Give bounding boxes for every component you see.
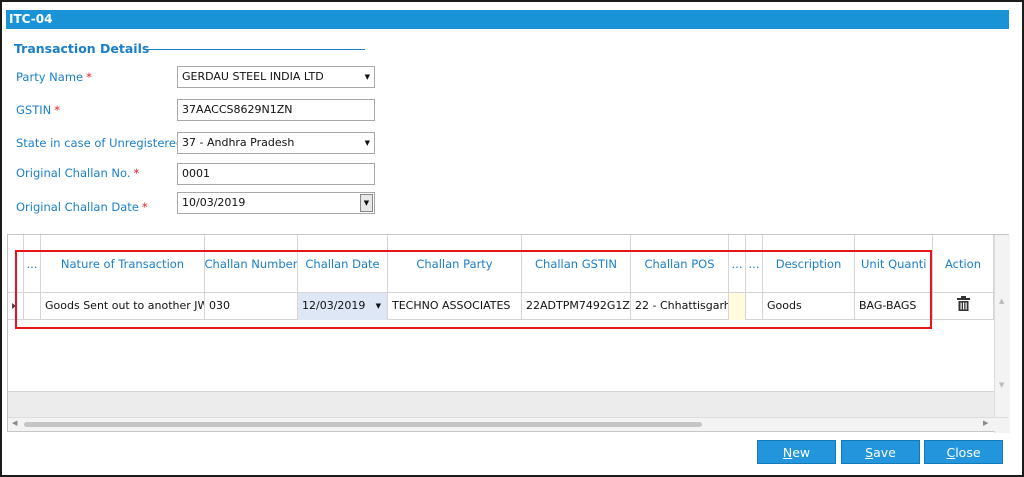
cell-challan-number[interactable]: 030 xyxy=(205,293,298,320)
cell-challan-pos[interactable]: 22 - Chhattisgarh xyxy=(631,293,729,320)
column-header-challan-date[interactable]: Challan Date xyxy=(298,235,388,293)
column-header-challan-party[interactable]: Challan Party xyxy=(388,235,522,293)
new-button-accesskey: N xyxy=(782,445,793,460)
state-value: 37 - Andhra Pradesh xyxy=(182,136,295,149)
section-title: Transaction Details xyxy=(14,41,150,56)
scroll-left-icon[interactable]: ◀ xyxy=(12,419,17,427)
column-header-unit-quantity[interactable]: Unit Quanti xyxy=(855,235,933,293)
horizontal-scroll-thumb[interactable] xyxy=(24,422,702,427)
table-row[interactable]: Goods Sent out to another JW 030 12/03/2… xyxy=(8,293,994,320)
new-button[interactable]: New xyxy=(757,440,836,464)
scroll-up-icon[interactable]: ▲ xyxy=(999,297,1004,305)
cell-description[interactable]: Goods xyxy=(763,293,855,320)
cell-challan-date-value: 12/03/2019 xyxy=(302,299,366,312)
chevron-down-icon[interactable]: ▼ xyxy=(376,293,381,319)
scroll-right-icon[interactable]: ▶ xyxy=(983,419,988,427)
party-name-label: Party Name * xyxy=(16,70,92,84)
required-mark: * xyxy=(54,103,60,117)
close-button-label: lose xyxy=(955,445,981,460)
challan-date-picker[interactable]: 10/03/2019 ▼ xyxy=(177,192,375,214)
party-name-label-text: Party Name xyxy=(16,70,84,84)
gstin-label-text: GSTIN xyxy=(16,103,52,117)
column-header-nature[interactable]: Nature of Transaction xyxy=(41,235,205,293)
save-button-accesskey: S xyxy=(865,445,874,460)
required-mark: * xyxy=(133,166,140,180)
challan-date-label: Original Challan Date * xyxy=(16,200,148,214)
itc04-window: ITC-04 Transaction Details Party Name * G… xyxy=(0,0,1024,477)
cell-challan-date[interactable]: 12/03/2019 ▼ xyxy=(298,293,388,320)
horizontal-scrollbar[interactable]: ◀ ▶ xyxy=(8,417,1008,431)
challan-date-label-text: Original Challan Date xyxy=(16,200,139,214)
gstin-input[interactable]: 37AACCS8629N1ZN xyxy=(177,99,375,121)
grid-header: ... Nature of Transaction Challan Number… xyxy=(8,235,994,293)
challan-no-input[interactable]: 0001 xyxy=(177,163,375,185)
column-header-description[interactable]: Description xyxy=(763,235,855,293)
cell-challan-party[interactable]: TECHNO ASSOCIATES xyxy=(388,293,522,320)
column-header-ellipsis[interactable]: ... xyxy=(746,235,763,293)
state-label-text: State in case of Unregistered xyxy=(16,136,184,150)
scroll-down-icon[interactable]: ▼ xyxy=(999,381,1004,389)
required-mark: * xyxy=(86,70,92,84)
column-header-ellipsis[interactable]: ... xyxy=(24,235,41,293)
gstin-label: GSTIN * xyxy=(16,103,60,117)
column-header-action[interactable]: Action xyxy=(933,235,994,293)
chevron-down-icon: ▼ xyxy=(364,139,370,147)
row-selector[interactable] xyxy=(8,293,24,320)
challan-no-label: Original Challan No. * xyxy=(16,166,139,180)
cell-action xyxy=(933,293,994,320)
transaction-grid: ... Nature of Transaction Challan Number… xyxy=(7,234,1010,433)
cell-nature[interactable]: Goods Sent out to another JW xyxy=(41,293,205,320)
save-button-label: ave xyxy=(873,445,896,460)
party-name-value: GERDAU STEEL INDIA LTD xyxy=(182,70,324,83)
close-button[interactable]: Close xyxy=(924,440,1003,464)
row-pointer-icon xyxy=(12,303,16,309)
column-header-challan-pos[interactable]: Challan POS xyxy=(631,235,729,293)
chevron-down-icon: ▼ xyxy=(364,73,370,81)
state-label: State in case of Unregistered* xyxy=(16,136,192,150)
column-header-ellipsis[interactable]: ... xyxy=(729,235,746,293)
challan-date-value: 10/03/2019 xyxy=(182,196,246,209)
trash-icon[interactable] xyxy=(957,296,970,311)
row-header-corner xyxy=(8,235,24,293)
cell-ellipsis[interactable] xyxy=(24,293,41,320)
cell-unit-quantity[interactable]: BAG-BAGS xyxy=(855,293,933,320)
window-title: ITC-04 xyxy=(6,10,1009,29)
section-divider xyxy=(148,49,365,50)
new-button-label: ew xyxy=(792,445,811,460)
cell-ellipsis[interactable] xyxy=(729,293,746,320)
vertical-scrollbar[interactable] xyxy=(994,235,1010,433)
cell-ellipsis[interactable] xyxy=(746,293,763,320)
column-header-challan-gstin[interactable]: Challan GSTIN xyxy=(522,235,631,293)
save-button[interactable]: Save xyxy=(841,440,920,464)
required-mark: * xyxy=(141,200,148,214)
column-header-challan-number[interactable]: Challan Number xyxy=(205,235,298,293)
state-select[interactable]: 37 - Andhra Pradesh ▼ xyxy=(177,132,375,154)
challan-no-label-text: Original Challan No. xyxy=(16,166,131,180)
grid-footer xyxy=(8,391,994,417)
party-name-select[interactable]: GERDAU STEEL INDIA LTD ▼ xyxy=(177,66,375,88)
cell-challan-gstin[interactable]: 22ADTPM7492G1Z2 xyxy=(522,293,631,320)
close-button-accesskey: C xyxy=(946,445,956,460)
calendar-dropdown-icon[interactable]: ▼ xyxy=(360,194,373,212)
